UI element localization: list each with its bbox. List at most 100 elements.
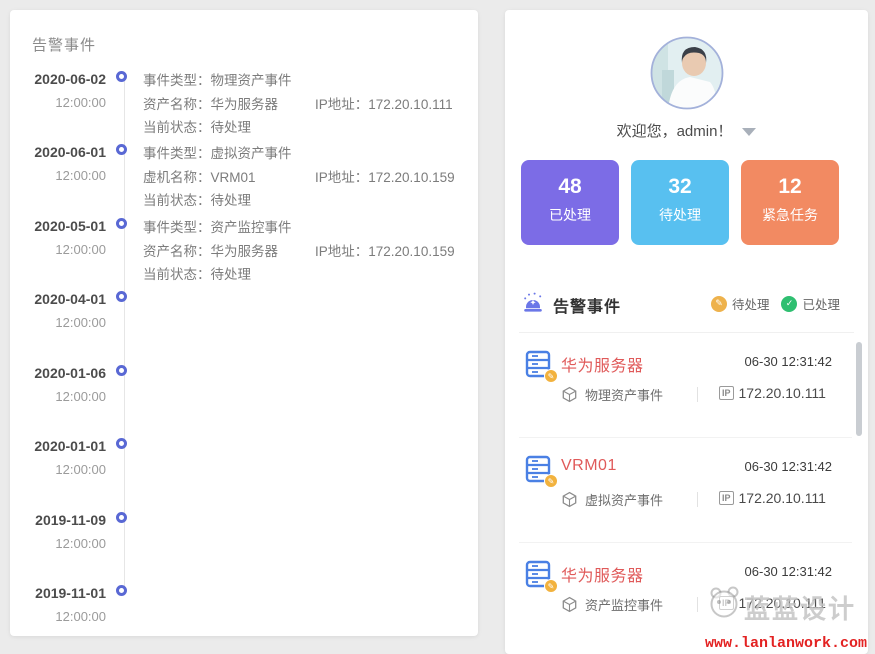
- event-time: 12:00:00: [16, 536, 106, 551]
- alert-timestamp: 06-30 12:31:42: [745, 354, 832, 369]
- asset-name-value: VRM01: [211, 170, 256, 185]
- timeline-node-icon: [116, 71, 127, 82]
- event-time: 12:00:00: [16, 242, 106, 257]
- avatar[interactable]: [650, 36, 724, 110]
- ip-icon: IP: [719, 386, 734, 400]
- divider: [519, 542, 852, 543]
- alarm-siren-icon: [521, 290, 545, 319]
- alerts-section-title: 告警事件: [553, 293, 621, 317]
- event-time: 12:00:00: [16, 389, 106, 404]
- event-type-value: 资产监控事件: [211, 220, 292, 235]
- alert-list-item[interactable]: ✎ VRM01 06-30 12:31:42 虚拟资产事件 IP 172.20.…: [505, 450, 868, 534]
- asset-type-icon: [561, 596, 578, 613]
- divider: [519, 332, 854, 333]
- stat-card-urgent[interactable]: 12 紧急任务: [741, 160, 839, 245]
- event-date: 2020-04-01: [16, 291, 106, 307]
- asset-name-value: 华为服务器: [211, 97, 279, 112]
- alert-ip: 172.20.10.111: [739, 490, 826, 506]
- legend-label: 已处理: [802, 294, 840, 313]
- event-type-label: 事件类型：: [143, 146, 211, 161]
- event-time: 12:00:00: [16, 95, 106, 110]
- asset-name-label: 资产名称：: [143, 97, 211, 112]
- welcome-text: 欢迎您，admin！: [617, 123, 733, 140]
- ip-icon: IP: [719, 491, 734, 505]
- status-value: 待处理: [211, 267, 252, 282]
- event-time: 12:00:00: [16, 462, 106, 477]
- chevron-down-icon[interactable]: [742, 128, 756, 136]
- ip-value: 172.20.10.159: [368, 244, 454, 259]
- timeline-node-icon: [116, 218, 127, 229]
- server-icon: ✎: [523, 349, 553, 379]
- event-date: 2020-05-01: [16, 218, 106, 234]
- ip-label: IP地址：: [315, 97, 368, 112]
- event-type-value: 虚拟资产事件: [211, 146, 292, 161]
- pending-icon: ✎: [711, 296, 727, 312]
- watermark-url: www.lanlanwork.com: [705, 635, 867, 652]
- stat-value: 48: [521, 175, 619, 199]
- status-legend: ✎ 待处理 ✓ 已处理: [711, 294, 840, 313]
- pending-badge-icon: ✎: [544, 369, 558, 383]
- divider: [697, 597, 698, 612]
- alert-event-type: 虚拟资产事件: [585, 490, 663, 509]
- event-type-label: 事件类型：: [143, 73, 211, 88]
- panel-title: 告警事件: [32, 34, 96, 55]
- status-label: 当前状态：: [143, 120, 211, 135]
- status-value: 待处理: [211, 193, 252, 208]
- divider: [519, 437, 852, 438]
- alert-event-type: 资产监控事件: [585, 595, 663, 614]
- pending-badge-icon: ✎: [544, 579, 558, 593]
- ip-label: IP地址：: [315, 170, 368, 185]
- alert-ip: 172.20.10.111: [739, 595, 826, 611]
- user-summary-panel: 欢迎您，admin！ 48 已处理 32 待处理 12 紧急任务: [505, 10, 868, 654]
- status-label: 当前状态：: [143, 193, 211, 208]
- asset-name-label: 虚机名称：: [143, 170, 211, 185]
- stats-row: 48 已处理 32 待处理 12 紧急任务: [521, 160, 839, 245]
- legend-pending[interactable]: ✎ 待处理: [711, 294, 770, 313]
- alert-asset-name[interactable]: 华为服务器: [561, 352, 644, 376]
- timeline-node-icon: [116, 365, 127, 376]
- timeline-node-icon: [116, 291, 127, 302]
- legend-label: 待处理: [732, 294, 770, 313]
- asset-type-icon: [561, 491, 578, 508]
- alert-timestamp: 06-30 12:31:42: [745, 459, 832, 474]
- alert-asset-name[interactable]: VRM01: [561, 457, 617, 475]
- alert-event-type: 物理资产事件: [585, 385, 663, 404]
- stat-label: 已处理: [521, 205, 619, 225]
- ip-label: IP地址：: [315, 244, 368, 259]
- stat-card-pending[interactable]: 32 待处理: [631, 160, 729, 245]
- event-date: 2019-11-01: [16, 585, 106, 601]
- stat-card-processed[interactable]: 48 已处理: [521, 160, 619, 245]
- alert-timestamp: 06-30 12:31:42: [745, 564, 832, 579]
- alert-list-item[interactable]: ✎ 华为服务器 06-30 12:31:42 资产监控事件 IP 172.20.…: [505, 555, 868, 639]
- timeline-node-icon: [116, 438, 127, 449]
- asset-name-value: 华为服务器: [211, 244, 279, 259]
- divider: [697, 387, 698, 402]
- event-time: 12:00:00: [16, 168, 106, 183]
- scrollbar-thumb[interactable]: [856, 342, 862, 436]
- server-icon: ✎: [523, 559, 553, 589]
- event-date: 2020-01-01: [16, 438, 106, 454]
- done-icon: ✓: [781, 296, 797, 312]
- ip-value: 172.20.10.159: [368, 170, 454, 185]
- ip-icon: IP: [719, 596, 734, 610]
- server-icon: ✎: [523, 454, 553, 484]
- legend-done[interactable]: ✓ 已处理: [781, 294, 840, 313]
- ip-value: 172.20.10.111: [368, 97, 452, 112]
- event-date: 2020-06-02: [16, 71, 106, 87]
- status-value: 待处理: [211, 120, 252, 135]
- alert-asset-name[interactable]: 华为服务器: [561, 562, 644, 586]
- pending-badge-icon: ✎: [544, 474, 558, 488]
- divider: [697, 492, 698, 507]
- event-time: 12:00:00: [16, 609, 106, 624]
- stat-label: 紧急任务: [741, 205, 839, 225]
- status-label: 当前状态：: [143, 267, 211, 282]
- timeline-node-icon: [116, 585, 127, 596]
- alert-list-item[interactable]: ✎ 华为服务器 06-30 12:31:42 物理资产事件 IP 172.20.…: [505, 345, 868, 429]
- event-time: 12:00:00: [16, 315, 106, 330]
- stat-value: 32: [631, 175, 729, 199]
- asset-name-label: 资产名称：: [143, 244, 211, 259]
- event-type-value: 物理资产事件: [211, 73, 292, 88]
- timeline-node-icon: [116, 144, 127, 155]
- event-date: 2019-11-09: [16, 512, 106, 528]
- event-date: 2020-06-01: [16, 144, 106, 160]
